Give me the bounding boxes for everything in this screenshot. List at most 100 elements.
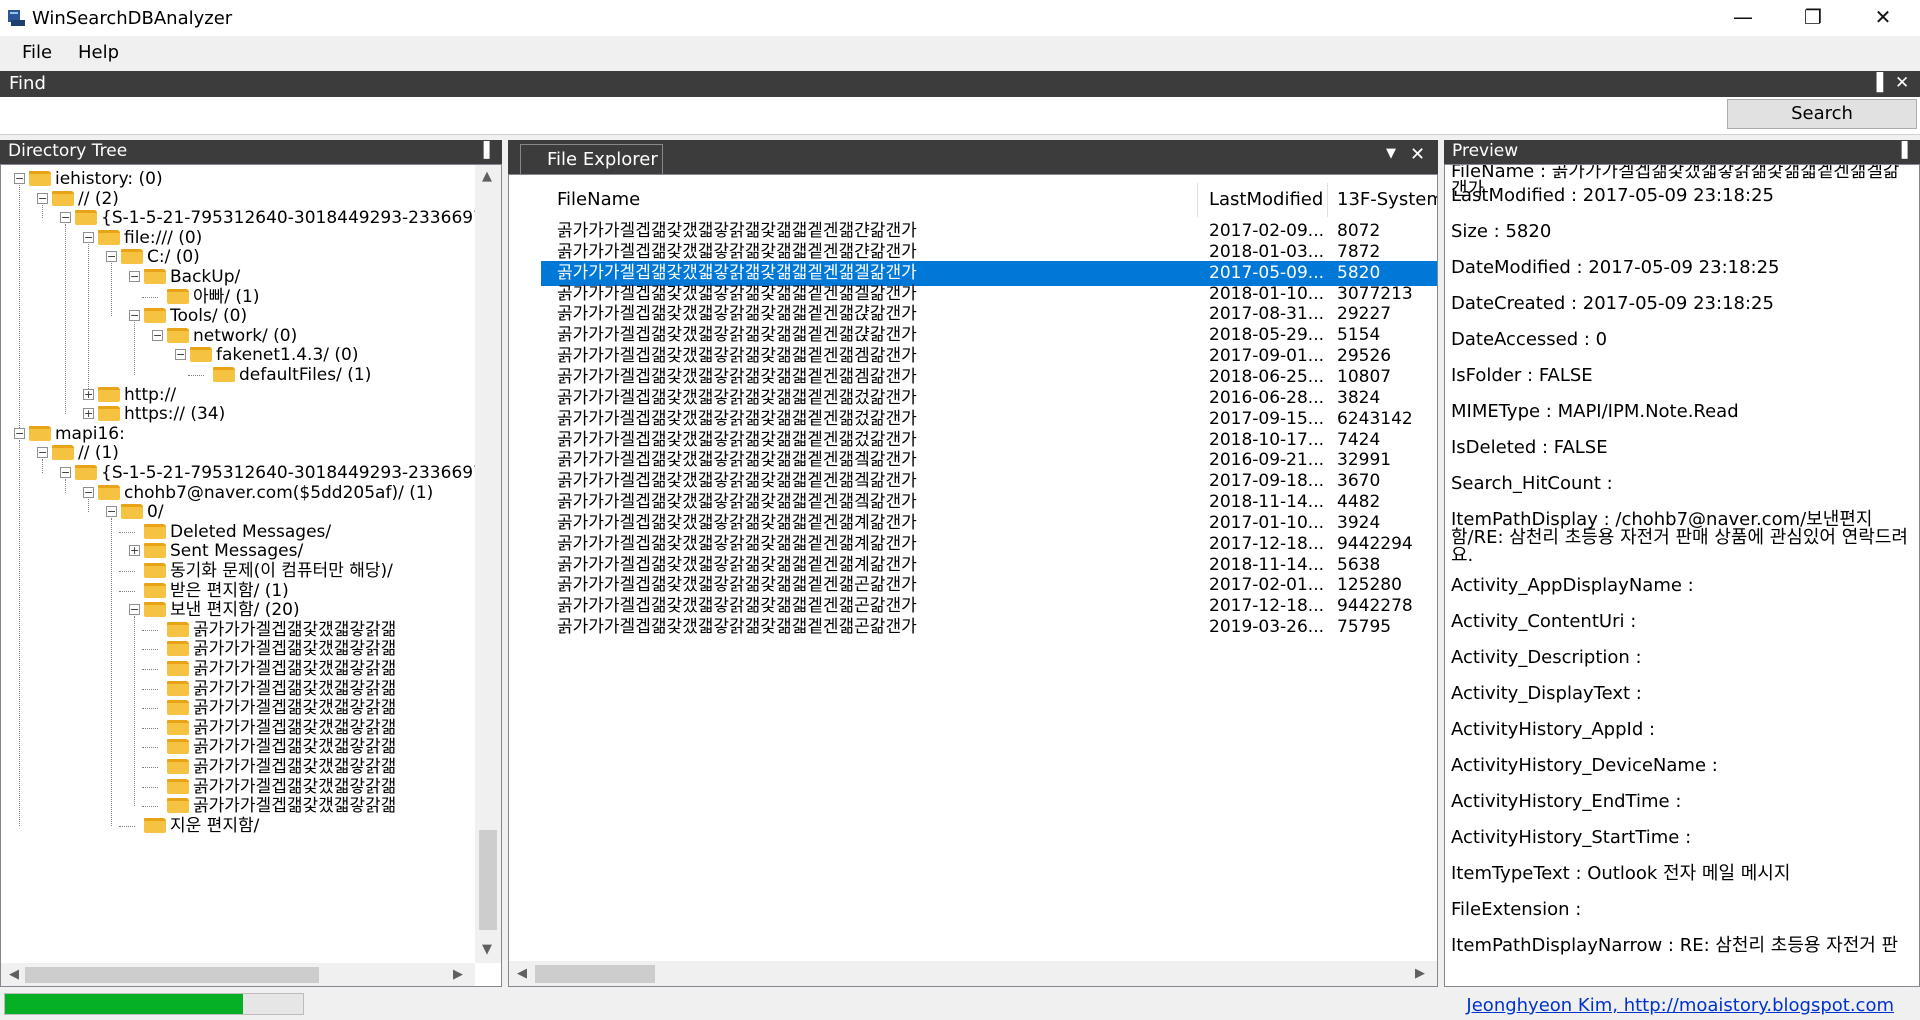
collapse-icon[interactable]: − (60, 212, 71, 224)
preview-property: ItemPathDisplayNarrow : RE: 삼천리 초등용 자전거 … (1451, 935, 1899, 956)
folder-icon (167, 759, 189, 774)
scroll-left-arrow-icon[interactable]: ◀ (9, 967, 19, 982)
collapse-icon[interactable]: − (83, 486, 94, 498)
folder-icon (167, 798, 189, 814)
tree-connector (142, 806, 158, 808)
folder-icon (167, 778, 189, 794)
scroll-up-arrow-icon[interactable]: ▲ (482, 169, 492, 184)
collapse-icon[interactable]: − (14, 427, 25, 439)
preview-property: LastModified : 2017-05-09 23:18:25 (1451, 185, 1774, 206)
folder-icon (167, 621, 189, 637)
preview-panel[interactable]: FileName : 곩가가가겔겝갦갗갰갧갛갉갦갗갦갧겥겐갦겔갊갠가 LastMo… (1444, 164, 1920, 987)
folder-icon (167, 719, 189, 735)
collapse-icon[interactable]: − (129, 310, 140, 322)
pin-icon[interactable]: ▐ (478, 141, 490, 159)
folder-icon (144, 308, 166, 324)
window-title: WinSearchDBAnalyzer (32, 8, 233, 29)
preview-title: Preview (1452, 141, 1519, 161)
scroll-right-arrow-icon[interactable]: ▶ (453, 967, 463, 982)
preview-property: ItemPathDisplay : /chohb7@naver.com/보낸편지… (1451, 509, 1908, 566)
pin-icon[interactable]: ▐ (1896, 141, 1908, 159)
collapse-icon[interactable]: − (175, 349, 186, 361)
find-panel-header: Find ▐ ✕ (0, 71, 1920, 97)
collapse-icon[interactable]: − (60, 467, 71, 478)
tree-connector (119, 825, 135, 827)
preview-property: Activity_AppDisplayName : (1451, 575, 1694, 596)
preview-property: FileExtension : (1451, 899, 1582, 920)
expand-icon[interactable]: + (83, 408, 94, 420)
author-link[interactable]: Jeonghyeon Kim, http://moaistory.blogspo… (1466, 995, 1894, 1016)
tree-connector (142, 747, 158, 749)
file-list[interactable]: FileName LastModified 13F-System 곩가가가겔겝갦… (508, 174, 1438, 987)
folder-icon (52, 445, 74, 461)
file-row[interactable]: 곩가가가겔겝갦갗갰갧갛갉갦갗갦갧겥겐갦곤갊갠가 2019-03-26... 7579… (541, 615, 1437, 640)
scroll-thumb[interactable] (25, 967, 319, 983)
pin-icon[interactable]: ▐ (1870, 73, 1883, 93)
collapse-icon[interactable]: − (37, 192, 48, 204)
collapse-icon[interactable]: − (106, 506, 117, 518)
expand-icon[interactable]: + (129, 545, 140, 557)
folder-icon (75, 465, 97, 480)
column-separator[interactable] (1327, 183, 1328, 217)
collapse-icon[interactable]: − (152, 329, 163, 341)
file-list-horizontal-scrollbar[interactable]: ◀ ▶ (509, 961, 1437, 986)
directory-tree[interactable]: − iehistory: (0) −// (2) − {S-1-5-21-7953126… (0, 164, 502, 987)
preview-property: ActivityHistory_EndTime : (1451, 791, 1682, 812)
preview-property: Activity_DisplayText : (1451, 683, 1642, 704)
folder-icon (167, 327, 189, 343)
search-input[interactable] (2, 101, 1722, 131)
scroll-down-arrow-icon[interactable]: ▼ (482, 942, 492, 957)
minimize-button[interactable]: — (1708, 0, 1778, 36)
column-header-13f-system[interactable]: 13F-System (1337, 185, 1437, 215)
size-cell: 75795 (1337, 617, 1392, 638)
folder-icon (98, 484, 120, 500)
column-header-filename[interactable]: FileName (557, 185, 1077, 215)
scroll-thumb[interactable] (479, 830, 497, 930)
folder-icon (29, 171, 51, 186)
tree-vertical-scrollbar[interactable]: ▲ ▼ (475, 165, 501, 963)
maximize-button[interactable]: ❐ (1778, 0, 1848, 36)
close-icon[interactable]: ✕ (1410, 144, 1425, 165)
collapse-icon[interactable]: − (37, 447, 48, 459)
tree-connector (142, 786, 158, 788)
tree-connector (142, 708, 158, 710)
folder-icon (98, 229, 120, 245)
folder-icon (144, 582, 166, 598)
directory-tree-title: Directory Tree (8, 141, 128, 161)
scroll-right-arrow-icon[interactable]: ▶ (1415, 966, 1425, 981)
scroll-thumb[interactable] (535, 965, 655, 983)
tree-connector (142, 669, 158, 670)
column-separator[interactable] (1197, 183, 1198, 217)
folder-icon (75, 210, 97, 226)
tree-horizontal-scrollbar[interactable]: ◀ ▶ (1, 963, 475, 986)
find-title: Find (9, 73, 46, 94)
dropdown-icon[interactable]: ▼ (1386, 146, 1396, 161)
tree-node[interactable]: 지운 편지함/ (1, 814, 475, 838)
preview-property: Search_HitCount : (1451, 473, 1613, 494)
scroll-left-arrow-icon[interactable]: ◀ (517, 966, 527, 981)
preview-header: Preview ▐ (1444, 140, 1920, 164)
tree-node-label: 지운 편지함/ (170, 815, 260, 836)
last-modified-cell: 2019-03-26... (1209, 617, 1325, 638)
menu-file[interactable]: File (22, 42, 52, 63)
expand-icon[interactable]: + (83, 388, 94, 400)
collapse-icon[interactable]: − (106, 251, 117, 263)
preview-property: Size : 5820 (1451, 221, 1552, 242)
close-button[interactable]: ✕ (1848, 0, 1918, 36)
tree-connector (119, 590, 135, 592)
collapse-icon[interactable]: − (129, 271, 140, 282)
folder-icon (98, 386, 120, 402)
tree-connector (142, 629, 158, 631)
close-icon[interactable]: ✕ (1895, 73, 1909, 93)
collapse-icon[interactable]: − (129, 604, 140, 616)
folder-icon (167, 661, 189, 676)
preview-property: MIMEType : MAPI/IPM.Note.Read (1451, 401, 1739, 422)
menu-help[interactable]: Help (78, 42, 119, 63)
search-button[interactable]: Search (1727, 99, 1917, 129)
tab-file-explorer[interactable]: File Explorer (520, 144, 663, 174)
collapse-icon[interactable]: − (83, 231, 94, 243)
collapse-icon[interactable]: − (14, 173, 25, 184)
preview-property: ActivityHistory_StartTime : (1451, 827, 1692, 848)
column-header-lastmodified[interactable]: LastModified (1209, 185, 1329, 215)
title-bar (0, 0, 1920, 36)
